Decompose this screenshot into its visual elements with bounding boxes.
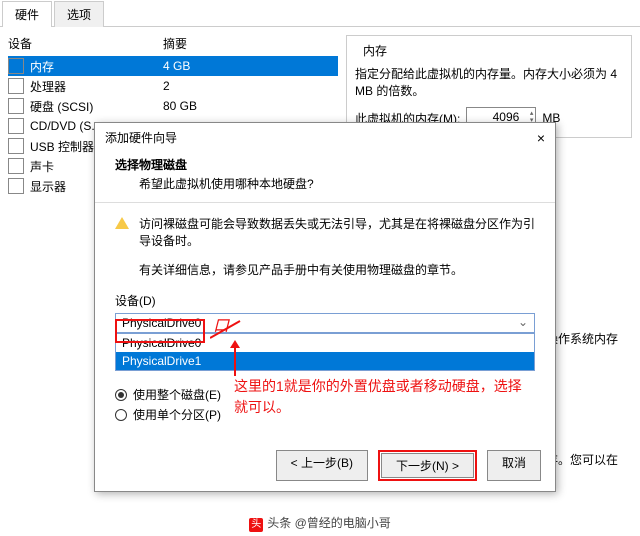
wizard-header: 选择物理磁盘 — [115, 158, 187, 172]
annotation-box — [115, 319, 205, 343]
col-summary: 摘要 — [163, 35, 338, 52]
usb-icon — [8, 138, 24, 154]
sound-icon — [8, 158, 24, 174]
tab-options[interactable]: 选项 — [54, 1, 104, 27]
cd-icon — [8, 118, 24, 134]
next-button[interactable]: 下一步(N) > — [381, 453, 474, 478]
wizard-title: 添加硬件向导 — [105, 129, 177, 146]
device-name: 硬盘 (SCSI) — [30, 98, 163, 115]
memory-group-title: 内存 — [359, 42, 391, 59]
bg-fragment-1: 操作系统内存 — [546, 330, 618, 347]
device-value: 2 — [163, 79, 338, 93]
col-device: 设备 — [8, 35, 163, 52]
warning-icon — [115, 217, 129, 229]
device-row[interactable]: 硬盘 (SCSI)80 GB — [8, 96, 338, 116]
cancel-button[interactable]: 取消 — [487, 450, 541, 481]
display-icon — [8, 178, 24, 194]
annotation-arrow — [234, 344, 236, 376]
footer-attribution: 头头条 @曾经的电脑小哥 — [0, 514, 640, 532]
wizard-warning: 访问裸磁盘可能会导致数据丢失或无法引导，尤其是在将裸磁盘分区作为引导设备时。 — [139, 215, 535, 249]
back-button[interactable]: < 上一步(B) — [276, 450, 368, 481]
device-name: 处理器 — [30, 78, 163, 95]
add-hardware-wizard: 添加硬件向导 × 选择物理磁盘 希望此虚拟机使用哪种本地硬盘? 访问裸磁盘可能会… — [94, 122, 556, 492]
device-value: 4 GB — [163, 59, 338, 73]
device-value: 80 GB — [163, 99, 338, 113]
disk-icon — [8, 98, 24, 114]
memory-icon — [8, 58, 24, 74]
tab-hardware[interactable]: 硬件 — [2, 1, 52, 27]
memory-desc: 指定分配给此虚拟机的内存量。内存大小必须为 4 MB 的倍数。 — [355, 65, 623, 99]
wizard-info: 有关详细信息，请参见产品手册中有关使用物理磁盘的章节。 — [139, 261, 535, 278]
device-name: 内存 — [30, 58, 163, 75]
toutiao-icon: 头 — [249, 518, 263, 532]
device-row[interactable]: 处理器2 — [8, 76, 338, 96]
close-icon[interactable]: × — [537, 130, 545, 146]
annotation-text: 这里的1就是你的外置优盘或者移动硬盘，选择就可以。 — [234, 376, 524, 418]
cpu-icon — [8, 78, 24, 94]
radio-icon — [115, 389, 127, 401]
device-label: 设备(D) — [115, 292, 535, 309]
annotation-slash-label: 口 — [213, 312, 229, 336]
bg-fragment-2: 存。您可以在 — [546, 451, 618, 468]
radio-icon — [115, 409, 127, 421]
device-row[interactable]: 内存4 GB — [8, 56, 338, 76]
device-option-1[interactable]: PhysicalDrive1 — [116, 352, 534, 370]
wizard-subheader: 希望此虚拟机使用哪种本地硬盘? — [115, 175, 535, 192]
